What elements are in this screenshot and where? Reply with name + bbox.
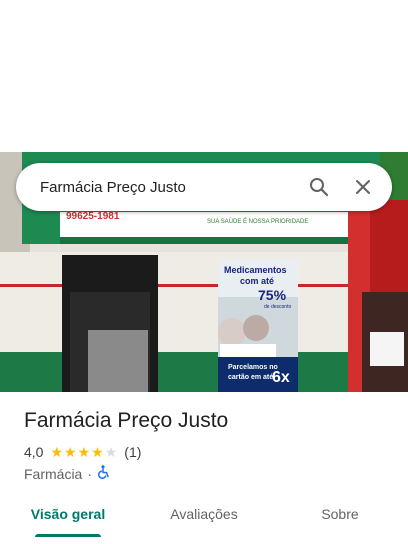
poster-footer-1: Parcelamos no	[228, 364, 278, 371]
tab-label: Visão geral	[30, 506, 106, 522]
poster-small: de desconto	[264, 304, 291, 310]
search-input[interactable]: Farmácia Preço Justo	[40, 179, 290, 196]
poster-headline-2: com até	[240, 276, 274, 286]
category-label: Farmácia	[24, 465, 83, 482]
tab-visao-geral[interactable]: Visão geral	[0, 495, 136, 537]
sign-slogan: SUA SAÚDE É NOSSA PRIORIDADE	[207, 218, 308, 225]
search-bar[interactable]: Farmácia Preço Justo	[16, 163, 392, 211]
star-icon: ★	[77, 444, 91, 460]
tab-avaliacoes[interactable]: Avaliações	[136, 495, 272, 537]
category-row: Farmácia ·	[24, 465, 110, 482]
star-icon: ★	[104, 444, 118, 460]
tab-label: Avaliações	[170, 506, 238, 522]
review-count[interactable]: (1)	[124, 444, 141, 460]
tab-label: Sobre	[321, 506, 359, 522]
rating-row[interactable]: 4,0 ★ ★ ★ ★ ★ (1)	[24, 444, 141, 460]
rating-value: 4,0	[24, 444, 44, 460]
place-title: Farmácia Preço Justo	[24, 409, 229, 432]
tab-sobre[interactable]: Sobre	[272, 495, 408, 537]
poster-installments: 6x	[272, 369, 290, 386]
star-icon: ★	[91, 444, 104, 460]
rating-stars: ★ ★ ★ ★ ★	[50, 445, 118, 459]
close-icon[interactable]	[348, 172, 378, 202]
star-icon: ★	[50, 444, 64, 460]
active-tab-indicator	[35, 534, 101, 537]
star-icon: ★	[64, 444, 77, 460]
poster-footer-2: cartão em até	[228, 374, 273, 381]
wheelchair-accessible-icon	[97, 465, 110, 482]
category-separator: ·	[87, 465, 93, 482]
sign-phone: 99625-1981	[66, 211, 120, 222]
poster-headline-1: Medicamentos	[224, 265, 287, 275]
place-tabs: Visão geral Avaliações Sobre	[0, 495, 408, 537]
poster-discount: 75%	[258, 287, 287, 303]
search-icon[interactable]	[304, 172, 334, 202]
